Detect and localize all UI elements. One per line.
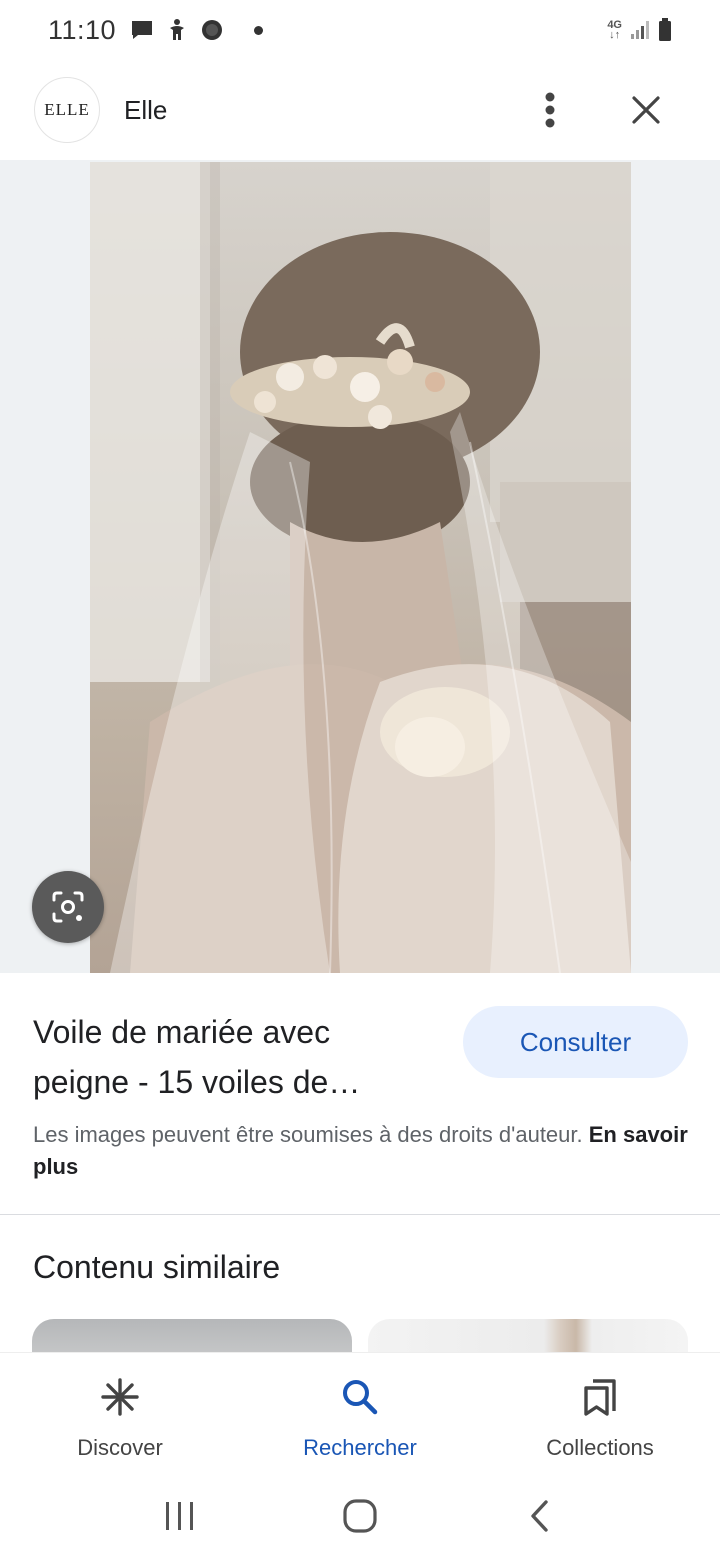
recent-apps-icon (166, 1502, 193, 1530)
more-options-button[interactable] (530, 90, 570, 130)
source-header: ELLE Elle (0, 60, 720, 160)
nav-item-collections[interactable]: Collections (480, 1353, 720, 1472)
back-button[interactable] (510, 1486, 570, 1546)
header-actions (530, 90, 686, 130)
collections-icon (578, 1375, 622, 1419)
lens-search-icon (52, 891, 84, 923)
close-icon (632, 96, 660, 124)
notification-icons (130, 18, 264, 42)
source-logo[interactable]: ELLE (34, 77, 100, 143)
consult-button[interactable]: Consulter (463, 1006, 688, 1078)
nav-label: Collections (546, 1435, 654, 1460)
network-type: 4G ↓↑ (607, 19, 622, 41)
message-icon (132, 21, 153, 39)
result-image[interactable] (90, 162, 631, 973)
bottom-navigation: Discover Rechercher Collections (0, 1352, 720, 1472)
image-viewer (0, 160, 720, 973)
nav-label: Rechercher (303, 1435, 417, 1460)
more-vert-icon (545, 92, 555, 128)
search-icon (338, 1375, 382, 1419)
dot-icon (254, 25, 264, 35)
recent-apps-button[interactable] (150, 1486, 210, 1546)
copyright-notice: Les images peuvent être soumises à des d… (33, 1119, 688, 1183)
nav-item-rechercher[interactable]: Rechercher (240, 1353, 480, 1472)
home-icon (343, 1499, 377, 1533)
back-icon (531, 1500, 548, 1532)
chat-bubble-icon (202, 20, 223, 40)
close-button[interactable] (626, 90, 666, 130)
asterisk-icon (98, 1375, 142, 1419)
bride-photo-illustration (90, 162, 631, 973)
home-button[interactable] (330, 1486, 390, 1546)
signal-icon (631, 21, 649, 39)
result-title[interactable]: Voile de mariée avec peigne - 15 voiles … (33, 1007, 433, 1107)
nav-item-discover[interactable]: Discover (0, 1353, 240, 1472)
status-right: 4G ↓↑ (607, 18, 672, 42)
lens-search-button[interactable] (32, 871, 104, 943)
screen: 11:10 4G ↓↑ ELLE Elle Voile de mariée av… (0, 0, 720, 1560)
status-time: 11:10 (48, 14, 117, 45)
status-bar: 11:10 4G ↓↑ (0, 0, 720, 60)
accessibility-icon (170, 19, 185, 40)
source-name[interactable]: Elle (124, 95, 167, 126)
system-navigation-bar (0, 1472, 720, 1560)
divider (0, 1214, 720, 1215)
nav-label: Discover (77, 1435, 163, 1460)
similar-content-heading: Contenu similaire (33, 1249, 281, 1285)
copyright-text: Les images peuvent être soumises à des d… (33, 1122, 583, 1147)
battery-icon (659, 18, 671, 41)
